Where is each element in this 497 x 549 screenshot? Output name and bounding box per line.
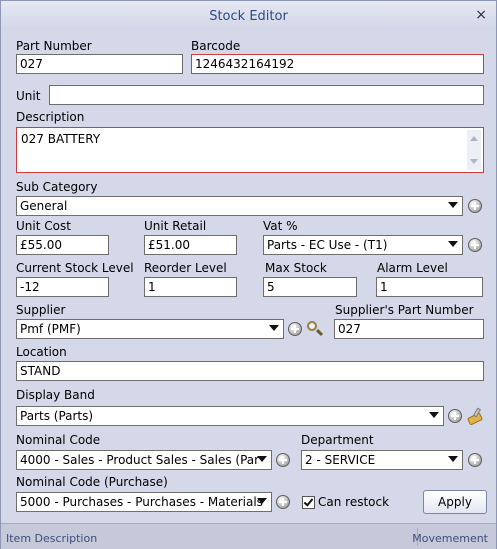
nominal-code-purchase-value: 5000 - Purchases - Purchases - Materials [20, 495, 263, 509]
description-label: Description [16, 110, 85, 124]
reorder-level-label: Reorder Level [144, 261, 227, 275]
sub-category-label: Sub Category [16, 180, 98, 194]
unit-label: Unit [16, 89, 41, 103]
dropdown-arrow-icon[interactable] [448, 202, 458, 208]
current-stock-label: Current Stock Level [16, 261, 134, 275]
reorder-level-input[interactable]: 1 [144, 277, 237, 297]
status-movement[interactable]: Movemement [412, 532, 488, 545]
can-restock-label: Can restock [318, 495, 390, 509]
description-textarea[interactable]: 027 BATTERY [16, 127, 484, 173]
dropdown-arrow-icon[interactable] [257, 498, 267, 504]
add-sub-category-icon[interactable] [468, 199, 482, 213]
unit-cost-input[interactable]: £55.00 [16, 235, 109, 255]
display-band-label: Display Band [16, 388, 95, 402]
sub-category-value: General [20, 199, 68, 213]
description-text: 027 BATTERY [21, 132, 101, 146]
can-restock-checkbox[interactable] [302, 496, 315, 509]
add-supplier-icon[interactable] [288, 322, 302, 336]
current-stock-input[interactable]: -12 [16, 277, 109, 297]
nominal-code-select[interactable]: 4000 - Sales - Product Sales - Sales (Pa… [16, 450, 272, 470]
add-display-band-icon[interactable] [448, 409, 462, 423]
stock-editor-window: Stock Editor × Part Number 027 Barcode 1… [0, 0, 497, 549]
supplier-value: Pmf (PMF) [20, 322, 81, 336]
unit-retail-input[interactable]: £51.00 [144, 235, 237, 255]
handle-shape [315, 328, 324, 337]
apply-button[interactable]: Apply [423, 490, 487, 514]
department-select[interactable]: 2 - SERVICE [301, 450, 463, 470]
max-stock-input[interactable]: 5 [263, 277, 357, 297]
location-label: Location [16, 345, 67, 359]
barcode-label: Barcode [191, 39, 241, 53]
nominal-code-purchase-select[interactable]: 5000 - Purchases - Purchases - Materials [16, 492, 272, 512]
barcode-input[interactable]: 1246432164192 [191, 54, 484, 74]
form-area: Part Number 027 Barcode 1246432164192 Un… [1, 31, 496, 522]
supplier-label: Supplier [16, 303, 66, 317]
lens-shape [307, 321, 317, 331]
scroll-up-icon[interactable] [470, 136, 478, 141]
dropdown-arrow-icon[interactable] [269, 325, 279, 331]
supplier-select[interactable]: Pmf (PMF) [16, 319, 284, 339]
display-band-select[interactable]: Parts (Parts) [16, 406, 444, 426]
max-stock-label: Max Stock [265, 261, 327, 275]
alarm-level-input[interactable]: 1 [376, 277, 483, 297]
status-bar: Item Description Movemement [1, 523, 496, 549]
add-nominal-code-purchase-icon[interactable] [276, 495, 290, 509]
add-nominal-code-icon[interactable] [276, 453, 290, 467]
part-number-label: Part Number [16, 39, 92, 53]
nominal-code-value: 4000 - Sales - Product Sales - Sales (Pa… [20, 453, 260, 467]
description-scrollbar[interactable] [467, 130, 481, 170]
dropdown-arrow-icon[interactable] [448, 241, 458, 247]
brush-icon[interactable] [466, 407, 484, 426]
part-number-input[interactable]: 027 [16, 54, 183, 74]
department-value: 2 - SERVICE [305, 453, 376, 467]
sub-category-select[interactable]: General [16, 196, 463, 216]
title-bar: Stock Editor × [1, 1, 496, 31]
status-item-description[interactable]: Item Description [6, 532, 97, 545]
supplier-part-number-label: Supplier's Part Number [335, 303, 474, 317]
supplier-part-number-input[interactable]: 027 [334, 319, 484, 339]
unit-retail-label: Unit Retail [144, 219, 207, 233]
dropdown-arrow-icon[interactable] [448, 456, 458, 462]
close-icon[interactable]: × [475, 7, 487, 23]
scroll-down-icon[interactable] [470, 159, 478, 164]
search-icon[interactable] [306, 320, 324, 338]
location-input[interactable]: STAND [16, 361, 484, 381]
vat-value: Parts - EC Use - (T1) [267, 238, 388, 252]
alarm-level-label: Alarm Level [377, 261, 448, 275]
department-label: Department [301, 433, 374, 447]
nominal-code-label: Nominal Code [16, 433, 101, 447]
dropdown-arrow-icon[interactable] [257, 456, 267, 462]
display-band-value: Parts (Parts) [20, 409, 94, 423]
add-vat-icon[interactable] [468, 238, 482, 252]
unit-input[interactable] [49, 85, 484, 105]
vat-select[interactable]: Parts - EC Use - (T1) [263, 235, 463, 255]
unit-cost-label: Unit Cost [16, 219, 71, 233]
vat-label: Vat % [263, 219, 298, 233]
nominal-code-purchase-label: Nominal Code (Purchase) [16, 475, 168, 489]
window-title: Stock Editor [209, 9, 288, 24]
add-department-icon[interactable] [468, 453, 482, 467]
dropdown-arrow-icon[interactable] [429, 412, 439, 418]
